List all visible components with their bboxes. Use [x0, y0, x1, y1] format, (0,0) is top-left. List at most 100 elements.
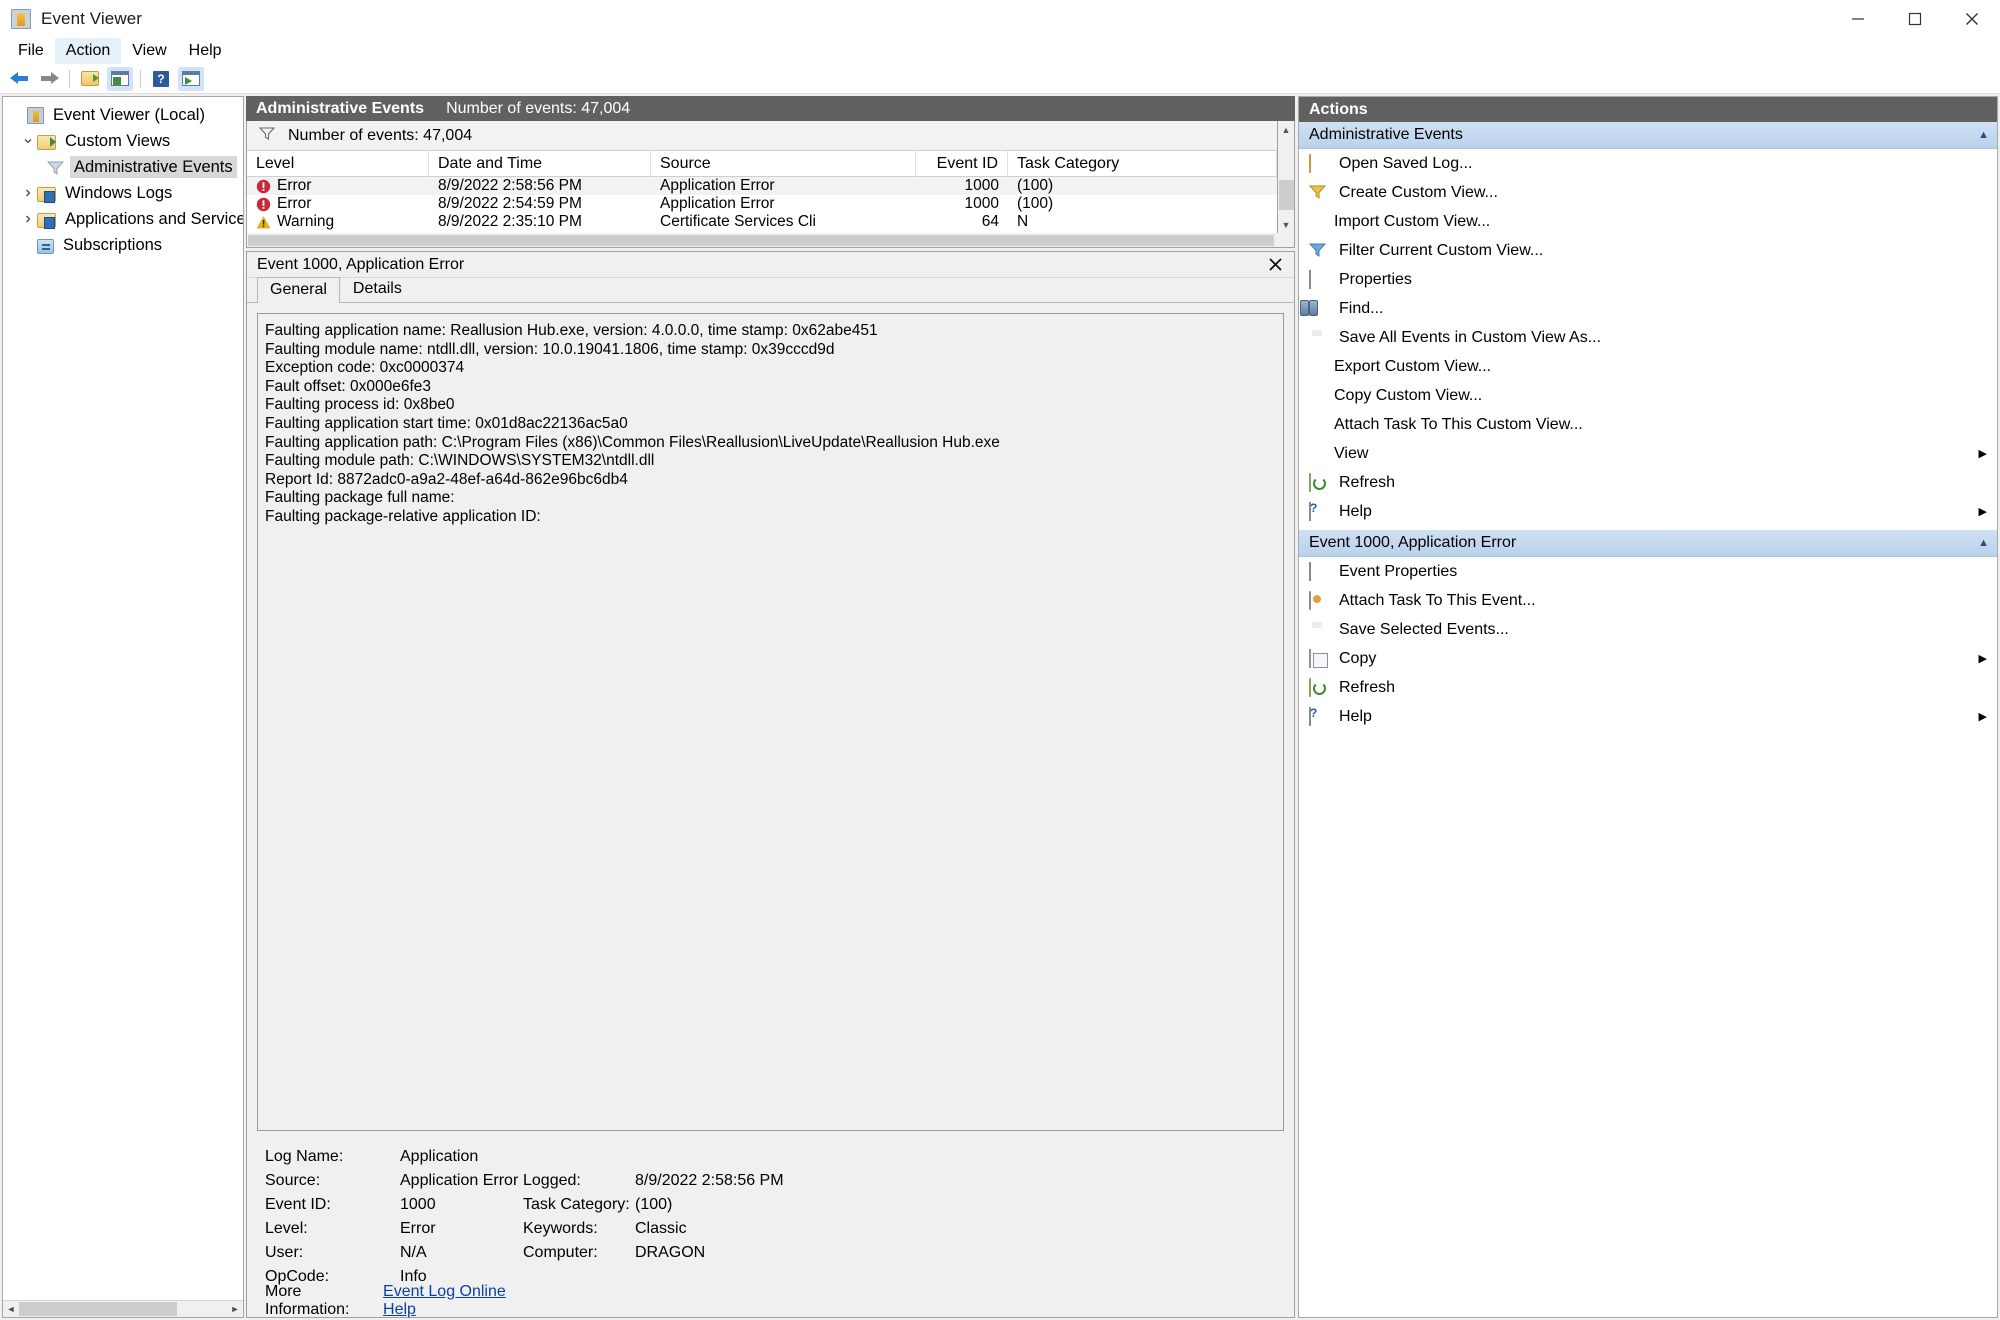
- column-header-event-id[interactable]: Event ID: [916, 150, 1008, 177]
- menu-file[interactable]: File: [7, 38, 55, 64]
- scroll-left-icon[interactable]: ◄: [3, 1301, 19, 1317]
- action-refresh[interactable]: Refresh: [1299, 468, 1997, 497]
- chevron-up-icon[interactable]: ▲: [1978, 129, 1989, 141]
- sidebar-item-event-viewer-local[interactable]: Event Viewer (Local): [3, 102, 243, 128]
- maximize-button[interactable]: [1886, 0, 1943, 38]
- scroll-up-icon[interactable]: ▲: [1278, 121, 1295, 138]
- action-save-all-events-in-custom-view-as[interactable]: Save All Events in Custom View As...: [1299, 323, 1997, 352]
- action-view[interactable]: View ▶: [1299, 439, 1997, 468]
- events-horizontal-scrollbar[interactable]: [246, 233, 1295, 248]
- sidebar-item-subscriptions[interactable]: Subscriptions: [3, 232, 243, 258]
- toolbar: ?: [0, 64, 2000, 94]
- chevron-right-icon[interactable]: [19, 206, 37, 232]
- cell-level: Error: [277, 177, 312, 194]
- tree-horizontal-scrollbar[interactable]: ◄ ►: [3, 1300, 243, 1317]
- action-event-properties[interactable]: Event Properties: [1299, 557, 1997, 586]
- event-description-box[interactable]: Faulting application name: Reallusion Hu…: [257, 313, 1284, 1131]
- metadata-label: Computer:: [523, 1244, 598, 1261]
- action-import-custom-view[interactable]: Import Custom View...: [1299, 207, 1997, 236]
- no-icon: [1309, 388, 1326, 404]
- show-hide-console-tree-button[interactable]: [77, 67, 103, 91]
- tab-general[interactable]: General: [257, 277, 340, 303]
- metadata-label: Logged:: [523, 1172, 581, 1189]
- action-attach-task-to-this-event[interactable]: Attach Task To This Event...: [1299, 586, 1997, 615]
- filter-bar[interactable]: Number of events: 47,004: [247, 121, 1277, 151]
- event-log-online-help-link[interactable]: Event Log Online Help: [383, 1283, 523, 1319]
- show-hide-action-pane-button[interactable]: [107, 66, 133, 91]
- events-grid-body: Error 8/9/2022 2:58:56 PM Application Er…: [247, 177, 1277, 233]
- scroll-track[interactable]: [1278, 138, 1295, 216]
- action-filter-current-custom-view[interactable]: Filter Current Custom View...: [1299, 236, 1997, 265]
- help-button[interactable]: ?: [148, 67, 174, 91]
- funnel-icon: [46, 160, 65, 176]
- close-button[interactable]: [1943, 0, 2000, 38]
- action-export-custom-view[interactable]: Export Custom View...: [1299, 352, 1997, 381]
- table-row[interactable]: Error 8/9/2022 2:54:59 PM Application Er…: [247, 195, 1277, 213]
- action-properties[interactable]: Properties: [1299, 265, 1997, 294]
- events-vertical-scrollbar[interactable]: ▲ ▼: [1278, 121, 1295, 233]
- metadata-row: Event ID: 1000: [265, 1193, 523, 1217]
- action-help[interactable]: Help ▶: [1299, 497, 1997, 526]
- action-label: Save Selected Events...: [1339, 620, 1509, 638]
- metadata-label: Level:: [265, 1220, 308, 1237]
- sidebar-item-administrative-events[interactable]: Administrative Events: [3, 154, 243, 180]
- action-label: Help: [1339, 707, 1372, 725]
- table-row[interactable]: Error 8/9/2022 2:58:56 PM Application Er…: [247, 177, 1277, 195]
- column-header-date-and-time[interactable]: Date and Time: [429, 150, 651, 177]
- column-header-level[interactable]: Level: [247, 150, 429, 177]
- cell-source: Certificate Services Cli: [660, 213, 816, 230]
- scroll-down-icon[interactable]: ▼: [1278, 216, 1295, 233]
- events-grid-header: Level Date and Time Source Event ID Task…: [247, 150, 1277, 177]
- actions-group-header-event[interactable]: Event 1000, Application Error ▲: [1299, 530, 1997, 557]
- action-refresh-event[interactable]: Refresh: [1299, 673, 1997, 702]
- table-row[interactable]: Warning 8/9/2022 2:35:10 PM Certificate …: [247, 213, 1277, 231]
- action-help-event[interactable]: Help ▶: [1299, 702, 1997, 731]
- action-create-custom-view[interactable]: Create Custom View...: [1299, 178, 1997, 207]
- menu-view[interactable]: View: [121, 38, 177, 64]
- scroll-thumb[interactable]: [1278, 180, 1294, 210]
- minimize-button[interactable]: [1829, 0, 1886, 38]
- close-icon[interactable]: [1264, 254, 1286, 276]
- action-label: Properties: [1339, 270, 1412, 288]
- action-label: Attach Task To This Event...: [1339, 591, 1536, 609]
- actions-group-header-administrative-events[interactable]: Administrative Events ▲: [1299, 122, 1997, 149]
- scroll-thumb[interactable]: [19, 1301, 177, 1316]
- show-hide-preview-pane-button[interactable]: [178, 66, 204, 91]
- description-line: Faulting module name: ntdll.dll, version…: [265, 340, 835, 358]
- center-header-title: Administrative Events: [256, 99, 425, 117]
- forward-button[interactable]: [36, 67, 62, 91]
- chevron-right-icon[interactable]: [19, 180, 37, 206]
- action-open-saved-log[interactable]: Open Saved Log...: [1299, 149, 1997, 178]
- action-save-selected-events[interactable]: Save Selected Events...: [1299, 615, 1997, 644]
- tab-details[interactable]: Details: [340, 276, 415, 302]
- chevron-down-icon[interactable]: [19, 128, 37, 154]
- chevron-up-icon[interactable]: ▲: [1978, 537, 1989, 549]
- metadata-label: User:: [265, 1244, 304, 1261]
- action-copy-custom-view[interactable]: Copy Custom View...: [1299, 381, 1997, 410]
- action-find[interactable]: Find...: [1299, 294, 1997, 323]
- preview-pane-icon: [182, 71, 200, 86]
- event-detail-body: Faulting application name: Reallusion Hu…: [247, 303, 1294, 1319]
- save-icon: [1309, 621, 1331, 639]
- scroll-track[interactable]: [19, 1301, 227, 1318]
- action-label: Refresh: [1339, 678, 1396, 696]
- metadata-value: DRAGON: [635, 1244, 706, 1261]
- scroll-thumb[interactable]: [248, 234, 1275, 246]
- sidebar-item-custom-views[interactable]: Custom Views: [3, 128, 243, 154]
- sidebar-item-windows-logs[interactable]: Windows Logs: [3, 180, 243, 206]
- description-line: Fault offset: 0x000e6fe3: [265, 377, 432, 395]
- cell-datetime: 8/9/2022 2:54:59 PM: [438, 195, 582, 212]
- no-icon: [1309, 417, 1326, 433]
- menu-action[interactable]: Action: [54, 38, 122, 64]
- action-copy[interactable]: Copy ▶: [1299, 644, 1997, 673]
- back-button[interactable]: [6, 67, 32, 91]
- action-attach-task-to-this-custom-view[interactable]: Attach Task To This Custom View...: [1299, 410, 1997, 439]
- sidebar-item-applications-and-services-logs[interactable]: Applications and Services Logs: [3, 206, 243, 232]
- save-icon: [1309, 329, 1331, 347]
- column-header-source[interactable]: Source: [651, 150, 916, 177]
- scroll-right-icon[interactable]: ►: [227, 1301, 243, 1317]
- menu-help[interactable]: Help: [178, 38, 233, 64]
- description-line: Report Id: 8872adc0-a9a2-48ef-a64d-862e9…: [265, 470, 628, 488]
- metadata-row: User: N/A: [265, 1241, 523, 1265]
- column-header-task-category[interactable]: Task Category: [1008, 150, 1277, 177]
